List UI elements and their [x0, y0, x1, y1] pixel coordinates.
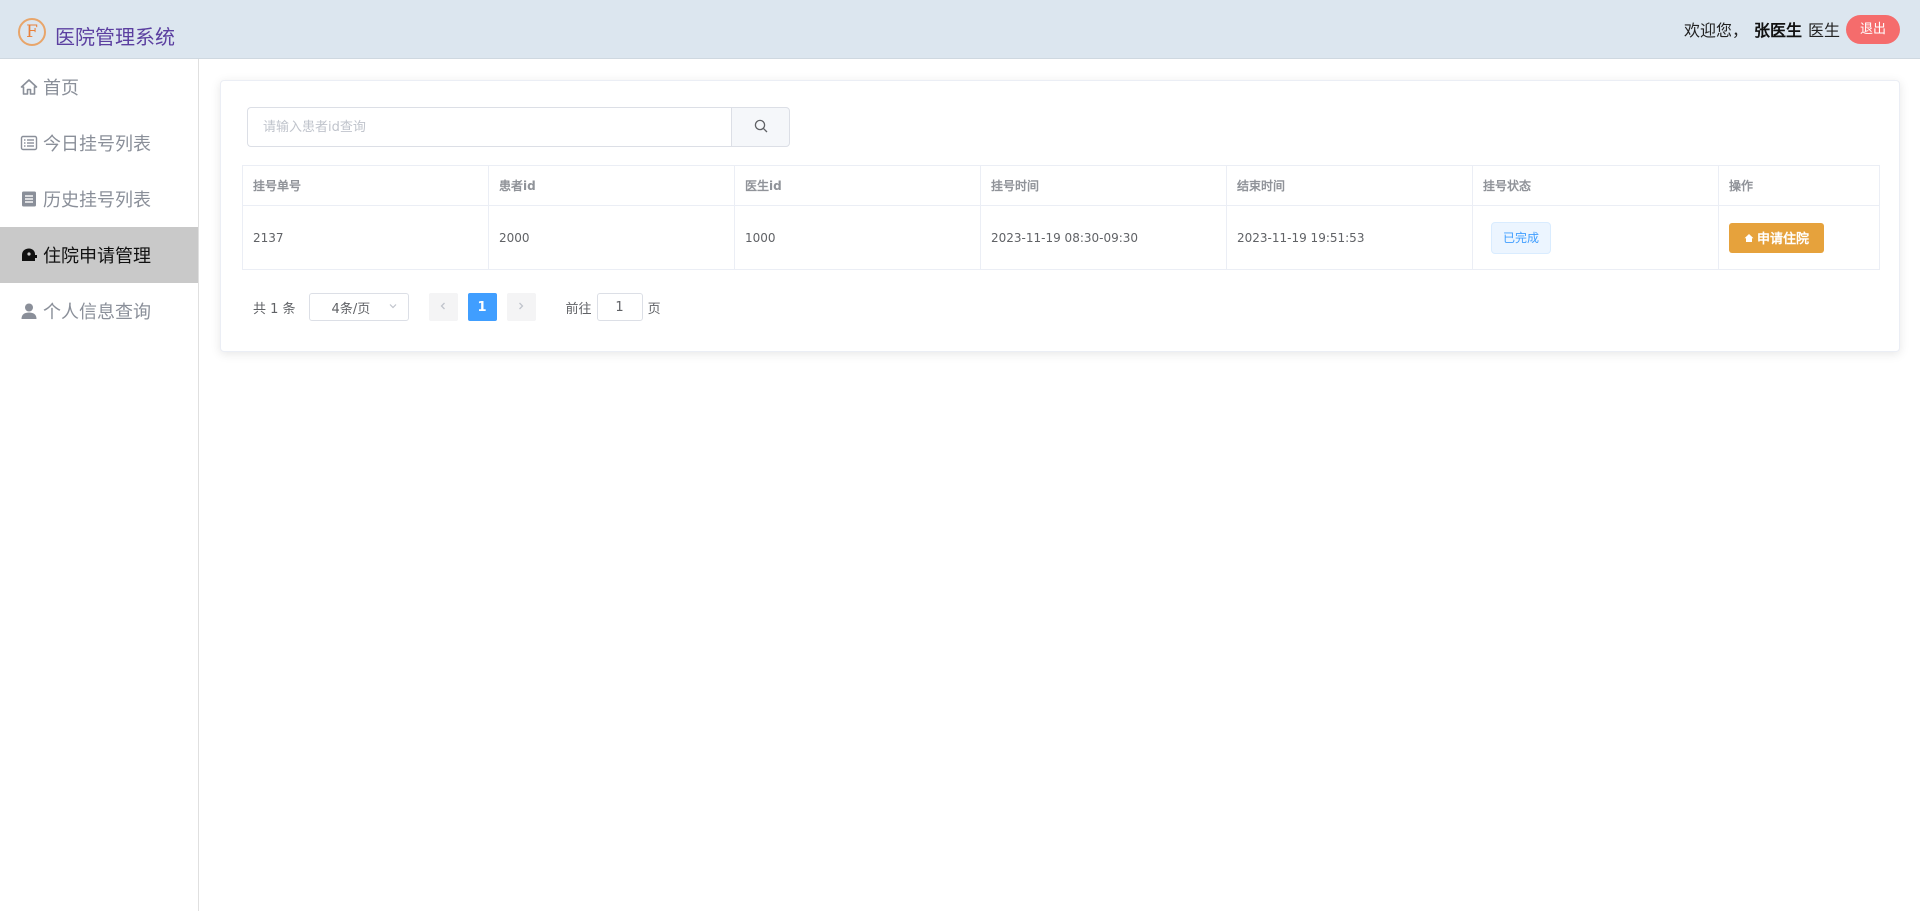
home-icon [1744, 233, 1754, 243]
chevron-left-icon [438, 300, 448, 315]
goto-prefix: 前往 [565, 301, 592, 317]
bed-icon [20, 246, 38, 264]
user-icon [20, 302, 38, 320]
page-size-value: 4条/页 [331, 301, 371, 317]
app-title: 医院管理系统 [55, 25, 175, 49]
content-card: 挂号单号 患者id 医生id 挂号时间 结束时间 挂号状态 操作 2137 20… [220, 80, 1900, 352]
cell-status: 已完成 [1472, 205, 1719, 270]
page-number-current[interactable]: 1 [467, 293, 497, 321]
prev-page-button[interactable] [428, 293, 458, 321]
search-icon [754, 118, 768, 137]
page-jumper: 前往 页 [566, 293, 661, 321]
cell-action: 申请住院 [1718, 205, 1880, 270]
user-name: 张医生 [1753, 21, 1802, 40]
sidebar-item-today-registrations[interactable]: 今日挂号列表 [0, 115, 198, 171]
column-header: 患者id [488, 165, 735, 206]
sidebar-item-label: 住院申请管理 [43, 246, 151, 267]
document-icon [20, 190, 38, 208]
table-row: 2137 2000 1000 2023-11-19 08:30-09:30 20… [242, 205, 1880, 270]
top-header: F 医院管理系统 欢迎您， 张医生 医生 退出 [0, 0, 1920, 59]
cell-end-time: 2023-11-19 19:51:53 [1226, 205, 1473, 270]
cell-order-id: 2137 [242, 205, 489, 270]
search-button[interactable] [731, 107, 790, 147]
sidebar-item-hospitalization[interactable]: 住院申请管理 [0, 227, 198, 283]
column-header: 挂号时间 [980, 165, 1227, 206]
main-content: 挂号单号 患者id 医生id 挂号时间 结束时间 挂号状态 操作 2137 20… [200, 59, 1920, 911]
welcome-text: 欢迎您， [1683, 21, 1748, 40]
table-header-row: 挂号单号 患者id 医生id 挂号时间 结束时间 挂号状态 操作 [242, 165, 1880, 206]
sidebar-item-label: 首页 [43, 78, 79, 99]
user-role: 医生 [1807, 21, 1840, 40]
goto-suffix: 页 [647, 301, 661, 317]
cell-doctor-id: 1000 [734, 205, 981, 270]
sidebar-item-personal-info[interactable]: 个人信息查询 [0, 283, 198, 339]
user-area: 欢迎您， 张医生 医生 退出 [1684, 14, 1900, 44]
home-icon [20, 78, 38, 96]
page-size-select[interactable]: 4条/页 [308, 293, 409, 321]
column-header: 操作 [1718, 165, 1880, 206]
column-header: 挂号单号 [242, 165, 489, 206]
logout-button[interactable]: 退出 [1845, 14, 1900, 44]
app-logo: F [18, 18, 46, 46]
chevron-right-icon [516, 300, 526, 315]
cell-patient-id: 2000 [488, 205, 735, 270]
sidebar-item-history-registrations[interactable]: 历史挂号列表 [0, 171, 198, 227]
list-icon [20, 134, 38, 152]
chevron-down-icon [388, 300, 398, 315]
sidebar: 首页 今日挂号列表 历史挂号列表 住院申请管理 个人信息查询 [0, 59, 199, 911]
search-input[interactable] [247, 107, 731, 147]
sidebar-item-home[interactable]: 首页 [0, 59, 198, 115]
pagination-total: 共 1 条 [253, 301, 296, 317]
column-header: 结束时间 [1226, 165, 1473, 206]
column-header: 医生id [734, 165, 981, 206]
registration-table: 挂号单号 患者id 医生id 挂号时间 结束时间 挂号状态 操作 2137 20… [242, 165, 1880, 270]
status-badge: 已完成 [1491, 221, 1552, 254]
pagination: 共 1 条 4条/页 1 前往 页 [253, 293, 661, 321]
apply-hospitalization-button[interactable]: 申请住院 [1729, 222, 1825, 253]
sidebar-item-label: 个人信息查询 [43, 302, 151, 323]
sidebar-item-label: 历史挂号列表 [43, 190, 151, 211]
apply-hospitalization-label: 申请住院 [1757, 232, 1810, 247]
goto-page-input[interactable] [596, 293, 643, 321]
next-page-button[interactable] [506, 293, 536, 321]
cell-registration-time: 2023-11-19 08:30-09:30 [980, 205, 1227, 270]
search-bar [247, 107, 790, 147]
column-header: 挂号状态 [1472, 165, 1719, 206]
sidebar-item-label: 今日挂号列表 [43, 134, 151, 155]
